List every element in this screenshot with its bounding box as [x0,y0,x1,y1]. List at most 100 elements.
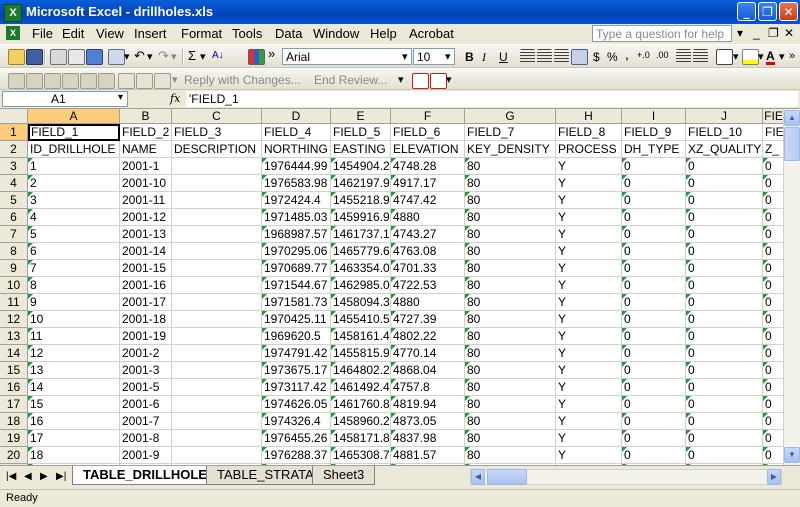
row-header[interactable]: 16 [0,379,28,396]
horizontal-scroll-thumb[interactable] [487,469,527,485]
cell[interactable] [172,192,262,209]
cell[interactable]: 80 [465,447,556,464]
cell[interactable]: Z_ [763,141,783,158]
menu-format[interactable]: Format [181,26,222,41]
cell[interactable]: 1458094.3 [331,294,391,311]
cell[interactable]: 7 [28,260,120,277]
menu-data[interactable]: Data [275,26,302,41]
bold-button[interactable]: B [465,50,474,64]
cell[interactable]: 4701.33 [391,260,465,277]
cell[interactable]: Y [556,277,622,294]
cell[interactable]: 80 [465,175,556,192]
cell[interactable]: FIELD_4 [262,124,331,141]
cell[interactable]: 4722.53 [391,277,465,294]
cell[interactable]: 80 [465,311,556,328]
autosum-dropdown-icon[interactable]: ▾ [200,50,206,63]
cell[interactable]: 2001-16 [120,277,172,294]
column-header-k[interactable]: FIE [763,109,783,124]
cell[interactable] [172,226,262,243]
cell[interactable]: 1974626.05 [262,396,331,413]
cell[interactable]: 4917.17 [391,175,465,192]
spreadsheet-grid[interactable]: A B C D E F G H I J FIE 1 FIELD_1 FIELD_2 FIELD_3 FIELD… [0,109,783,465]
cell[interactable]: 1974791.42 [262,345,331,362]
increase-decimal-icon[interactable]: +.0 [637,50,650,60]
toolbar-options-icon[interactable]: » [789,50,795,62]
cell[interactable] [172,328,262,345]
menu-help[interactable]: Help [370,26,397,41]
scroll-left-button[interactable]: ◀ [471,469,485,485]
cell[interactable] [172,243,262,260]
cell[interactable]: 0 [763,328,783,345]
cell[interactable]: 0 [763,396,783,413]
cell[interactable]: FIELD_2 [120,124,172,141]
cell[interactable]: 1972424.4 [262,192,331,209]
cell[interactable]: 0 [763,345,783,362]
cell[interactable]: 2001-11 [120,192,172,209]
cell[interactable]: 1461492.4 [331,379,391,396]
help-dropdown-icon[interactable]: ▾ [737,26,743,40]
cell[interactable]: Y [556,311,622,328]
cell[interactable]: Y [556,192,622,209]
cell[interactable]: 1970295.06 [262,243,331,260]
cell[interactable]: 0 [686,209,763,226]
cell[interactable]: 9 [28,294,120,311]
row-header[interactable]: 7 [0,226,28,243]
cell[interactable]: DH_TYPE [622,141,686,158]
font-name-select[interactable]: Arial [282,48,412,65]
column-header-d[interactable]: D [262,109,331,124]
cell[interactable]: 4837.98 [391,430,465,447]
last-sheet-icon[interactable]: ▶| [56,471,66,482]
cell[interactable]: 0 [622,192,686,209]
cell[interactable]: 2001-10 [120,175,172,192]
cell[interactable]: 4880 [391,209,465,226]
comma-style-button[interactable]: , [625,46,629,62]
column-header-c[interactable]: C [172,109,262,124]
cell[interactable] [172,379,262,396]
cell[interactable]: 1458960.2 [331,413,391,430]
spelling-icon[interactable] [86,49,103,65]
cell[interactable]: 4757.8 [391,379,465,396]
cell[interactable]: 0 [686,243,763,260]
menu-window[interactable]: Window [313,26,359,41]
cell[interactable]: 13 [28,362,120,379]
cell[interactable]: 8 [28,277,120,294]
cell[interactable]: 4747.42 [391,192,465,209]
cell[interactable]: 80 [465,243,556,260]
cell[interactable]: 6 [28,243,120,260]
row-header[interactable]: 6 [0,209,28,226]
scroll-up-button[interactable]: ▲ [784,110,800,126]
cell[interactable]: 0 [763,192,783,209]
cell[interactable]: 0 [686,430,763,447]
italic-button[interactable]: I [482,50,486,65]
new-comment-icon[interactable] [8,73,25,89]
row-header[interactable]: 10 [0,277,28,294]
cell[interactable]: 0 [622,430,686,447]
cell[interactable]: 1970425.11 [262,311,331,328]
column-header-a[interactable]: A [28,109,120,124]
show-all-comments-icon[interactable] [80,73,97,89]
cell[interactable]: 4 [28,209,120,226]
cell[interactable]: Y [556,396,622,413]
cell[interactable]: 5 [28,226,120,243]
cell[interactable]: 2001-19 [120,328,172,345]
cell[interactable]: 0 [622,294,686,311]
cell[interactable]: 1465779.6 [331,243,391,260]
cell[interactable]: 80 [465,260,556,277]
first-sheet-icon[interactable]: |◀ [6,471,16,482]
vertical-scroll-thumb[interactable] [784,127,800,161]
cell[interactable]: 0 [763,226,783,243]
cell[interactable]: 80 [465,413,556,430]
cell[interactable]: 80 [465,379,556,396]
paste-dropdown-icon[interactable]: ▾ [124,50,130,63]
cell[interactable]: 4881.57 [391,447,465,464]
cell[interactable]: 80 [465,158,556,175]
font-name-dropdown-icon[interactable]: ▾ [402,50,408,63]
cell[interactable]: 2001-12 [120,209,172,226]
cell[interactable]: 1971581.73 [262,294,331,311]
cell[interactable]: PROCESS [556,141,622,158]
cell[interactable]: 0 [622,158,686,175]
cell[interactable]: 80 [465,192,556,209]
cell[interactable]: 0 [686,192,763,209]
menu-insert[interactable]: Insert [134,26,167,41]
cell[interactable]: ELEVATION [391,141,465,158]
